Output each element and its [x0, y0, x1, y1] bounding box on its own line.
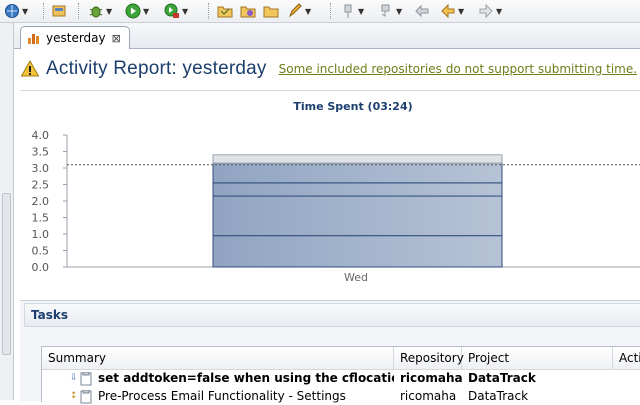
open-type-button[interactable]	[240, 2, 256, 20]
table-row[interactable]: ⇩ set addtoken=false when using the cflo…	[42, 370, 640, 387]
bar-segment[interactable]	[212, 195, 503, 237]
column-repository[interactable]: Repository	[394, 347, 464, 369]
chevron-down-icon[interactable]: ▼	[305, 7, 311, 16]
chevron-down-icon[interactable]: ▼	[358, 7, 364, 16]
globe-button[interactable]: ▼	[4, 2, 28, 20]
pen-button[interactable]: ▼	[287, 2, 311, 20]
y-tick-label: 0.5	[32, 245, 50, 258]
close-icon[interactable]: ⊠	[112, 32, 121, 45]
chevron-down-icon[interactable]: ▼	[182, 7, 188, 16]
y-tick-label: 2.0	[32, 195, 50, 208]
run-ext-icon	[164, 3, 180, 19]
folder-icon	[263, 3, 279, 19]
bar-segment[interactable]	[212, 182, 503, 197]
y-tick-label: 4.0	[32, 129, 50, 142]
tasks-section: Tasks Summary Repository Project Acti ⇩ …	[20, 300, 640, 405]
chart-title: Time Spent (03:24)	[293, 100, 412, 113]
column-summary[interactable]: Summary	[42, 347, 394, 369]
pin-button[interactable]: ▼	[340, 2, 364, 20]
debug-icon	[88, 3, 104, 19]
forward-icon	[478, 3, 494, 19]
nav-button[interactable]: ▼	[378, 2, 402, 20]
chevron-down-icon[interactable]: ▼	[106, 7, 112, 16]
run-button[interactable]: ▼	[125, 2, 149, 20]
task-project: DataTrack	[468, 371, 536, 385]
pin-icon	[340, 3, 356, 19]
column-project[interactable]: Project	[462, 347, 613, 369]
back-edit-button[interactable]	[414, 2, 430, 20]
table-header: Summary Repository Project Acti	[42, 347, 640, 370]
open-type-icon	[240, 3, 256, 19]
open-folder-icon	[217, 3, 233, 19]
chevron-down-icon[interactable]: ▼	[496, 7, 502, 16]
task-repository: ricomaha	[400, 389, 457, 403]
chevron-down-icon[interactable]: ▼	[458, 7, 464, 16]
chevron-down-icon[interactable]: ▼	[396, 7, 402, 16]
pen-icon	[287, 3, 303, 19]
y-tick-label: 2.5	[32, 179, 50, 192]
main-toolbar: ▼ ▼ ▼ ▼ ▼ ▼ ▼ ▼ ▼	[0, 0, 640, 23]
app-button[interactable]	[51, 2, 67, 20]
back-button[interactable]: ▼	[440, 2, 464, 20]
y-tick-label: 3.0	[32, 162, 50, 175]
task-summary: Pre-Process Email Functionality - Settin…	[98, 389, 346, 403]
tab-yesterday[interactable]: yesterday ⊠	[20, 26, 130, 49]
chart-tab-icon	[26, 30, 42, 46]
globe-icon	[4, 3, 20, 19]
bar-segment[interactable]	[212, 235, 503, 268]
page-title: Activity Report: yesterday	[46, 58, 267, 79]
chevron-down-icon[interactable]: ▼	[143, 7, 149, 16]
left-scrollbar[interactable]	[2, 193, 11, 355]
task-repository: ricomaha	[400, 371, 462, 385]
repositories-warning-link[interactable]: Some included repositories do not suppor…	[279, 62, 637, 76]
time-spent-chart: Time Spent (03:24) 0.0 0.5 1.0 1.5 2.0 2.5 3.0…	[20, 90, 640, 299]
debug-button[interactable]: ▼	[88, 2, 112, 20]
run-icon	[125, 3, 141, 19]
back-icon	[440, 3, 456, 19]
warning-icon	[20, 59, 40, 79]
task-project: DataTrack	[468, 389, 529, 403]
chevron-down-icon[interactable]: ▼	[22, 7, 28, 16]
incoming-arrow-icon: ⇩	[70, 373, 78, 383]
tasks-title: Tasks	[31, 308, 69, 322]
table-row[interactable]: ↕ Pre-Process Email Functionality - Sett…	[42, 388, 640, 405]
editor-tab-bar: yesterday ⊠	[14, 23, 640, 49]
forward-button[interactable]: ▼	[478, 2, 502, 20]
tasks-table: Summary Repository Project Acti ⇩ set ad…	[41, 346, 640, 405]
bar-segment-cap[interactable]	[212, 154, 503, 164]
bar-segment[interactable]	[212, 162, 503, 184]
back-edit-icon	[414, 3, 430, 19]
nav-icon	[378, 3, 394, 19]
folder-button[interactable]	[263, 2, 279, 20]
tasks-section-header[interactable]: Tasks	[24, 303, 640, 327]
y-tick-label: 1.0	[32, 228, 50, 241]
y-tick-label: 0.0	[32, 261, 50, 274]
task-summary: set addtoken=false when using the cfloca…	[98, 371, 394, 385]
column-activity[interactable]: Acti	[613, 347, 640, 369]
open-folder-button[interactable]	[217, 2, 233, 20]
left-panel-strip	[0, 23, 14, 400]
chart-svg: Time Spent (03:24) 0.0 0.5 1.0 1.5 2.0 2.5 3.0…	[32, 100, 640, 284]
outgoing-arrow-icon: ↕	[70, 391, 78, 401]
report-header: Activity Report: yesterday Some included…	[20, 52, 640, 86]
y-tick-label: 1.5	[32, 212, 50, 225]
tab-label: yesterday	[46, 31, 106, 45]
app-icon	[51, 3, 67, 19]
x-tick-label: Wed	[344, 271, 368, 284]
y-tick-label: 3.5	[32, 146, 50, 159]
run-external-button[interactable]: ▼	[164, 2, 188, 20]
